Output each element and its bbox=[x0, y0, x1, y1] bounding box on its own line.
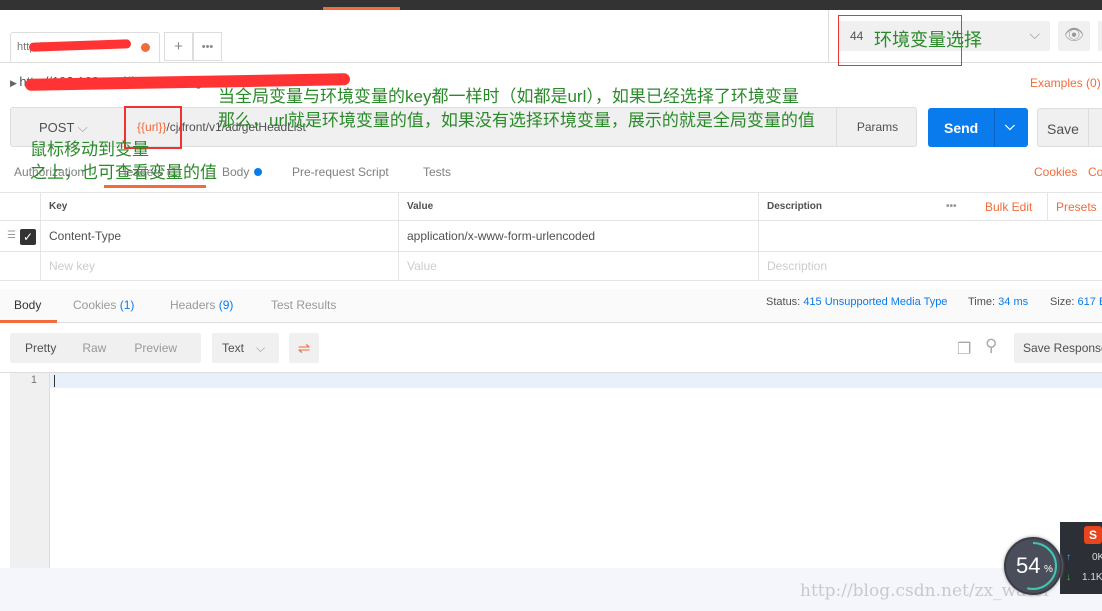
drag-handle-icon[interactable]: ☰ bbox=[7, 230, 16, 241]
unsaved-dot bbox=[141, 43, 150, 52]
request-tab[interactable]: http://... bbox=[10, 32, 160, 62]
text-cursor bbox=[54, 375, 55, 387]
response-size: Size: 617 B bbox=[1050, 296, 1102, 308]
new-key-input[interactable]: New key bbox=[40, 252, 398, 280]
chevron-down-icon: ⌵ bbox=[1029, 26, 1040, 42]
new-description-input[interactable]: Description bbox=[758, 252, 1102, 280]
cookies-link[interactable]: Cookies bbox=[1034, 165, 1077, 179]
format-select[interactable]: Text ⌵ bbox=[212, 333, 279, 363]
header-value[interactable]: application/x-www-form-urlencoded bbox=[398, 221, 758, 251]
presets-link[interactable]: Presets bbox=[1047, 193, 1097, 220]
settings-button[interactable] bbox=[1098, 21, 1102, 51]
header-key[interactable]: Content-Type bbox=[40, 221, 398, 251]
view-mode-group: Pretty Raw Preview bbox=[10, 333, 201, 363]
body-indicator-dot bbox=[254, 168, 262, 176]
upload-arrow-icon: ↑ bbox=[1066, 552, 1071, 563]
response-status: Status: 415 Unsupported Media Type bbox=[766, 296, 948, 308]
new-tab-button[interactable]: + bbox=[164, 32, 193, 61]
download-arrow-icon: ↓ bbox=[1066, 572, 1071, 583]
body-toolbar: Pretty Raw Preview Text ⌵ ⇌ ❐ ⚲ Save Resp… bbox=[0, 323, 1102, 373]
tab-tests[interactable]: Tests bbox=[423, 165, 451, 179]
method-select[interactable]: POST ⌵ bbox=[39, 120, 88, 136]
environment-quick-look-button[interactable]: 👁 bbox=[1058, 21, 1090, 51]
chevron-down-icon: ⌵ bbox=[77, 120, 88, 135]
search-icon[interactable]: ⚲ bbox=[985, 336, 997, 356]
upload-speed: 0K bbox=[1092, 552, 1102, 563]
column-value: Value bbox=[398, 193, 758, 220]
raw-button[interactable]: Raw bbox=[82, 341, 106, 355]
chevron-down-icon: ⌵ bbox=[256, 340, 266, 355]
params-button[interactable]: Params bbox=[836, 108, 918, 146]
tab-body[interactable]: Body bbox=[222, 165, 249, 179]
sogou-logo-icon: S bbox=[1084, 526, 1102, 544]
new-value-input[interactable]: Value bbox=[398, 252, 758, 280]
tab-test-results[interactable]: Test Results bbox=[271, 298, 336, 312]
annotation-line-2: 那么，url就是环境变量的值，如果没有选择环境变量，展示的就是全局变量的值 bbox=[218, 111, 815, 130]
expand-caret-icon: ▶ bbox=[10, 78, 20, 88]
more-icon[interactable]: ••• bbox=[938, 193, 957, 220]
pretty-button[interactable]: Pretty bbox=[25, 341, 56, 355]
download-speed: 1.1K bbox=[1082, 572, 1102, 583]
column-key: Key bbox=[40, 193, 398, 220]
preview-button[interactable]: Preview bbox=[134, 341, 177, 355]
send-button[interactable]: Send ⌵ bbox=[928, 108, 1028, 147]
eye-icon: 👁 bbox=[1063, 27, 1085, 44]
tab-response-headers[interactable]: Headers (9) bbox=[170, 298, 233, 312]
column-description: Description bbox=[758, 193, 938, 220]
save-button[interactable]: Save bbox=[1037, 108, 1102, 147]
table-header-row: Key Value Description ••• Bulk Edit Pres… bbox=[0, 192, 1102, 221]
highlight-box-environment bbox=[838, 15, 962, 66]
input-method-widget[interactable]: S ↑ 0K ↓ 1.1K bbox=[1060, 522, 1102, 594]
active-line bbox=[50, 373, 1102, 388]
table-row-new: New key Value Description bbox=[0, 252, 1102, 281]
table-row: ☰ ✓ Content-Type application/x-www-form-… bbox=[0, 221, 1102, 252]
title-bar bbox=[0, 0, 1102, 10]
annotation-hover-2: 之上，也可查看变量的值 bbox=[30, 163, 217, 182]
annotation-line-1: 当全局变量与环境变量的key都一样时（如都是url），如果已经选择了环境变量 bbox=[218, 87, 799, 106]
row-checkbox[interactable]: ✓ bbox=[20, 229, 36, 245]
code-link[interactable]: Code bbox=[1088, 165, 1102, 179]
header-description[interactable] bbox=[758, 221, 1102, 251]
more-tabs-button[interactable]: ••• bbox=[193, 32, 222, 61]
line-gutter: 1 bbox=[10, 373, 50, 568]
tab-response-body[interactable]: Body bbox=[14, 298, 41, 312]
bulk-edit-link[interactable]: Bulk Edit bbox=[977, 193, 1032, 220]
tab-pre-request-script[interactable]: Pre-request Script bbox=[292, 165, 389, 179]
response-editor[interactable] bbox=[10, 373, 1102, 568]
save-response-button[interactable]: Save Response bbox=[1014, 333, 1102, 363]
tab-response-cookies[interactable]: Cookies (1) bbox=[73, 298, 134, 312]
chevron-down-icon: ⌵ bbox=[1005, 118, 1015, 133]
line-number: 1 bbox=[30, 374, 37, 386]
divider bbox=[828, 10, 829, 62]
examples-link[interactable]: Examples (0) bbox=[1030, 76, 1101, 90]
annotation-hover-1: 鼠标移动到变量 bbox=[30, 140, 149, 159]
copy-icon[interactable]: ❐ bbox=[957, 339, 974, 358]
gauge-percent: 54 bbox=[1016, 553, 1041, 578]
gauge-percent-sign: % bbox=[1044, 564, 1053, 575]
response-tabs: Body Cookies (1) Headers (9) Test Result… bbox=[0, 289, 1102, 323]
active-tab-underline bbox=[104, 185, 206, 188]
wrap-lines-icon[interactable]: ⇌ bbox=[289, 333, 319, 363]
response-time: Time: 34 ms bbox=[968, 296, 1029, 308]
headers-table: Key Value Description ••• Bulk Edit Pres… bbox=[0, 192, 1102, 281]
memory-usage-gauge[interactable]: 54 % bbox=[1004, 537, 1062, 595]
